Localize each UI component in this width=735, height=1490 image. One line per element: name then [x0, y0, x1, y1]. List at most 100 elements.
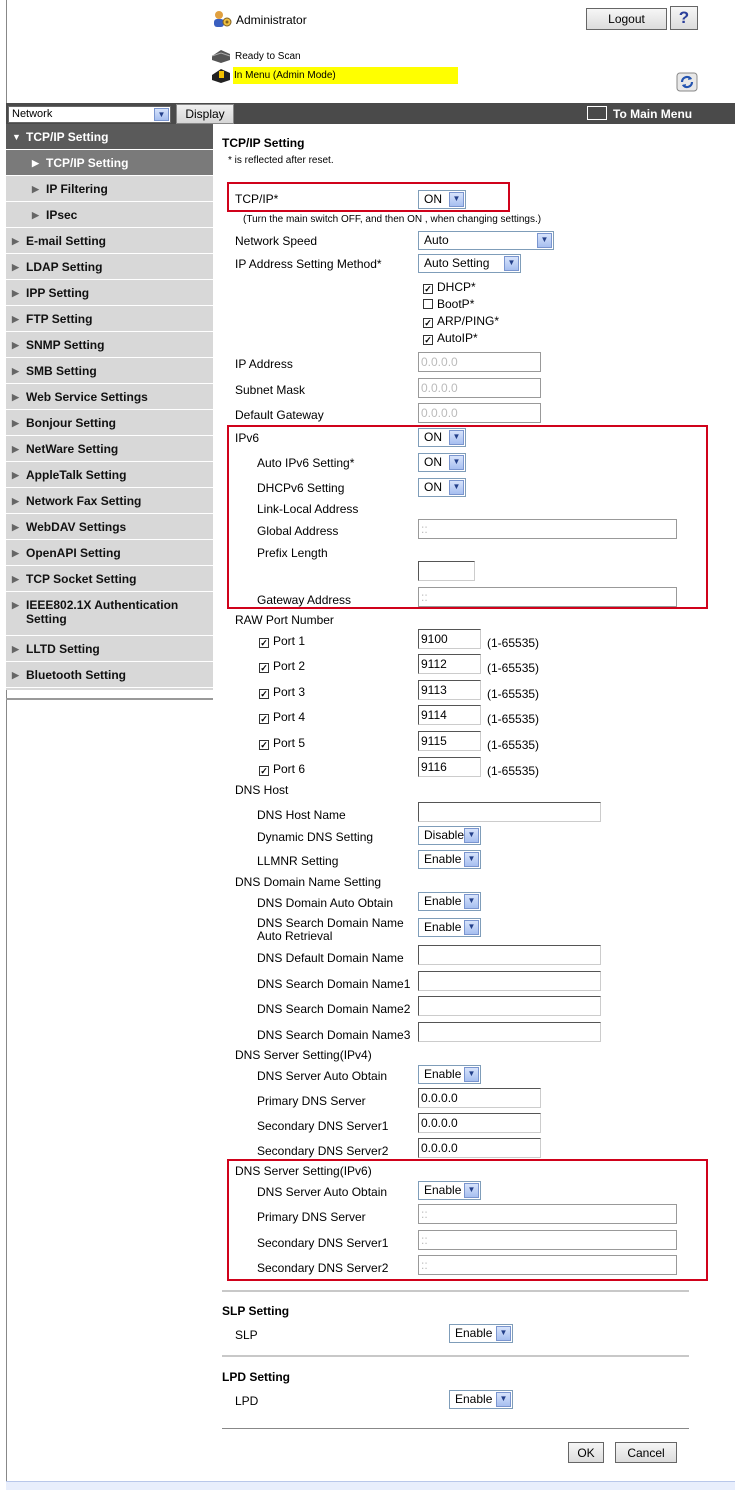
sidebar-item-tcpip-setting[interactable]: ▼ TCP/IP Setting — [6, 124, 213, 150]
subnet-mask-input[interactable]: 0.0.0.0 — [418, 378, 541, 398]
autoip-checkbox[interactable]: ✓ AutoIP* — [423, 331, 478, 345]
port-label: Port 4 — [273, 710, 306, 724]
dns-v6-primary-input[interactable]: :: — [418, 1204, 677, 1224]
sidebar-item-ipp-setting[interactable]: ▶ IPP Setting — [6, 280, 213, 306]
sidebar-item-label: E-mail Setting — [26, 234, 107, 248]
ok-button[interactable]: OK — [568, 1442, 604, 1463]
dns-domain-auto-select[interactable]: Enable ▼ — [418, 892, 481, 911]
dns-search-auto-select[interactable]: Enable ▼ — [418, 918, 481, 937]
checkbox-checked-icon: ✓ — [259, 766, 269, 776]
slp-select-value: Enable — [455, 1326, 493, 1340]
dns-host-name-label: DNS Host Name — [257, 808, 346, 822]
default-gateway-input[interactable]: 0.0.0.0 — [418, 403, 541, 423]
dns-v4-sec1-input[interactable]: 0.0.0.0 — [418, 1113, 541, 1133]
triangle-right-icon: ▶ — [12, 548, 19, 558]
network-speed-select[interactable]: Auto ▼ — [418, 231, 554, 250]
chevron-down-icon: ▼ — [504, 256, 519, 271]
triangle-right-icon: ▶ — [12, 314, 19, 324]
port2-input[interactable]: 9112 — [418, 654, 481, 674]
to-main-menu-link[interactable]: To Main Menu — [587, 105, 692, 123]
dns-search2-input[interactable] — [418, 996, 601, 1016]
dhcp-checkbox[interactable]: ✓ DHCP* — [423, 280, 476, 294]
chevron-down-icon: ▼ — [496, 1392, 511, 1407]
ip-address-input[interactable]: 0.0.0.0 — [418, 352, 541, 372]
user-role-label: Administrator — [236, 13, 307, 27]
logout-button[interactable]: Logout — [586, 8, 667, 30]
port3-checkbox[interactable]: ✓ Port 3 — [259, 685, 305, 699]
sidebar-item-netware-setting[interactable]: ▶ NetWare Setting — [6, 436, 213, 462]
sidebar-item-ftp-setting[interactable]: ▶ FTP Setting — [6, 306, 213, 332]
sidebar-item-web-service-settings[interactable]: ▶ Web Service Settings — [6, 384, 213, 410]
sidebar-item-snmp-setting[interactable]: ▶ SNMP Setting — [6, 332, 213, 358]
dns-v6-auto-select[interactable]: Enable ▼ — [418, 1181, 481, 1200]
checkbox-checked-icon: ✓ — [259, 689, 269, 699]
category-select-value: Network — [12, 108, 53, 120]
category-select[interactable]: Network ▼ — [8, 106, 171, 123]
port3-input[interactable]: 9113 — [418, 680, 481, 700]
dns-v4-sec2-input[interactable]: 0.0.0.0 — [418, 1138, 541, 1158]
help-button[interactable]: ? — [670, 6, 698, 30]
sidebar-item-bonjour-setting[interactable]: ▶ Bonjour Setting — [6, 410, 213, 436]
global-address-input[interactable]: :: — [418, 519, 677, 539]
prefix-length-input[interactable] — [418, 561, 475, 581]
sidebar-item-ldap-setting[interactable]: ▶ LDAP Setting — [6, 254, 213, 280]
dns-v4-primary-input[interactable]: 0.0.0.0 — [418, 1088, 541, 1108]
chevron-down-icon: ▼ — [464, 894, 479, 909]
dns-v6-sec2-input[interactable]: :: — [418, 1255, 677, 1275]
dns-v6-sec1-input[interactable]: :: — [418, 1230, 677, 1250]
dns-search-auto-select-value: Enable — [424, 920, 462, 934]
checkbox-checked-icon: ✓ — [423, 284, 433, 294]
dns-search2-label: DNS Search Domain Name2 — [257, 1002, 411, 1016]
chevron-down-icon: ▼ — [496, 1326, 511, 1341]
dynamic-dns-select[interactable]: Disable ▼ — [418, 826, 481, 845]
ip-method-select[interactable]: Auto Setting ▼ — [418, 254, 521, 273]
port6-input[interactable]: 9116 — [418, 757, 481, 777]
cancel-button[interactable]: Cancel — [615, 1442, 677, 1463]
port1-input[interactable]: 9100 — [418, 629, 481, 649]
arp-label: ARP/PING* — [437, 314, 500, 328]
port5-checkbox[interactable]: ✓ Port 5 — [259, 736, 305, 750]
horizontal-scrollbar[interactable] — [6, 1481, 735, 1490]
sidebar-item-label: Network Fax Setting — [26, 494, 142, 508]
port-label: Port 5 — [273, 736, 306, 750]
sidebar-item-appletalk-setting[interactable]: ▶ AppleTalk Setting — [6, 462, 213, 488]
sidebar-item-label: Web Service Settings — [26, 390, 148, 404]
port2-checkbox[interactable]: ✓ Port 2 — [259, 659, 305, 673]
reset-note: * is reflected after reset. — [228, 155, 334, 166]
dns-host-name-input[interactable] — [418, 802, 601, 822]
sidebar-item-smb-setting[interactable]: ▶ SMB Setting — [6, 358, 213, 384]
arp-checkbox[interactable]: ✓ ARP/PING* — [423, 314, 499, 328]
dns-v4-auto-select[interactable]: Enable ▼ — [418, 1065, 481, 1084]
sidebar-item-lltd-setting[interactable]: ▶ LLTD Setting — [6, 636, 213, 662]
dns-search1-input[interactable] — [418, 971, 601, 991]
display-button[interactable]: Display — [176, 104, 234, 124]
dns-default-domain-input[interactable] — [418, 945, 601, 965]
dhcpv6-select[interactable]: ON ▼ — [418, 478, 466, 497]
slp-select[interactable]: Enable ▼ — [449, 1324, 513, 1343]
main-menu-icon — [587, 106, 607, 120]
ipv6-select[interactable]: ON ▼ — [418, 428, 466, 447]
sidebar-subitem-ip-filtering[interactable]: ▶ IP Filtering — [6, 176, 213, 202]
port5-input[interactable]: 9115 — [418, 731, 481, 751]
port4-checkbox[interactable]: ✓ Port 4 — [259, 710, 305, 724]
sidebar-item-webdav-settings[interactable]: ▶ WebDAV Settings — [6, 514, 213, 540]
sidebar-subitem-tcpip-setting[interactable]: ▶ TCP/IP Setting — [6, 150, 213, 176]
llmnr-select[interactable]: Enable ▼ — [418, 850, 481, 869]
lpd-select[interactable]: Enable ▼ — [449, 1390, 513, 1409]
sidebar-item-email-setting[interactable]: ▶ E-mail Setting — [6, 228, 213, 254]
auto-ipv6-select[interactable]: ON ▼ — [418, 453, 466, 472]
port4-input[interactable]: 9114 — [418, 705, 481, 725]
sidebar-item-ieee8021x-setting[interactable]: ▶ IEEE802.1X Authentication Setting — [6, 592, 213, 636]
triangle-right-icon: ▶ — [12, 288, 19, 298]
port1-checkbox[interactable]: ✓ Port 1 — [259, 634, 305, 648]
refresh-icon[interactable] — [676, 72, 698, 92]
sidebar-item-bluetooth-setting[interactable]: ▶ Bluetooth Setting — [6, 662, 213, 688]
bootp-checkbox[interactable]: BootP* — [423, 297, 474, 311]
sidebar-item-openapi-setting[interactable]: ▶ OpenAPI Setting — [6, 540, 213, 566]
sidebar-subitem-ipsec[interactable]: ▶ IPsec — [6, 202, 213, 228]
port6-checkbox[interactable]: ✓ Port 6 — [259, 762, 305, 776]
ipv6-gateway-input[interactable]: :: — [418, 587, 677, 607]
sidebar-item-network-fax-setting[interactable]: ▶ Network Fax Setting — [6, 488, 213, 514]
sidebar-item-tcp-socket-setting[interactable]: ▶ TCP Socket Setting — [6, 566, 213, 592]
dns-search3-input[interactable] — [418, 1022, 601, 1042]
